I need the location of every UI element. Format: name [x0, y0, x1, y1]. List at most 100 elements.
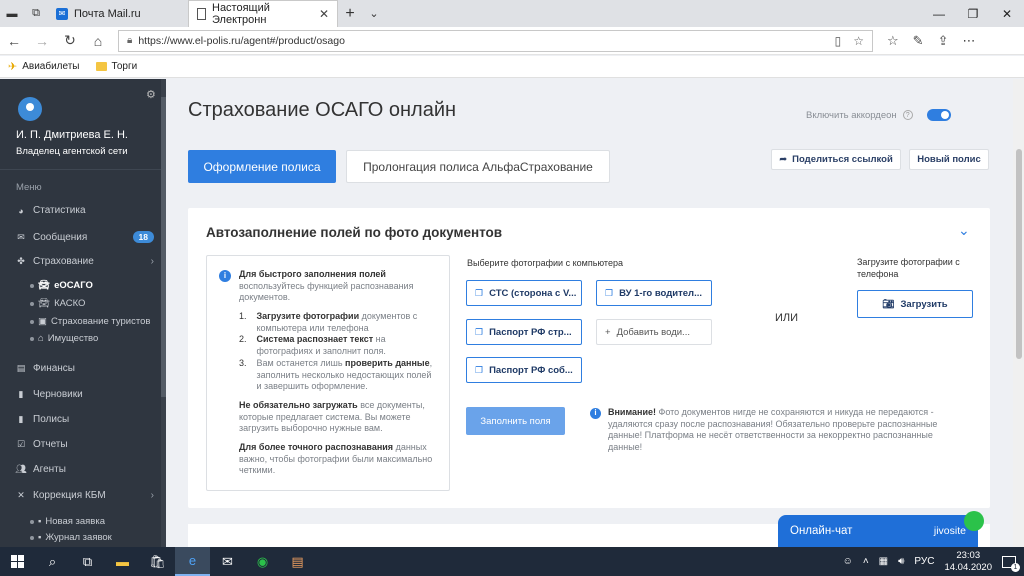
new-policy-button[interactable]: Новый полис — [909, 149, 989, 170]
volume-icon[interactable]: 🔊︎ — [898, 556, 904, 567]
accordion-toggle[interactable] — [926, 109, 951, 121]
camera-icon: 📷︎ — [882, 298, 895, 310]
bookmark-flights[interactable]: ✈ Авиабилеты — [8, 60, 80, 73]
sidebar-item-label: Черновики — [33, 389, 83, 400]
sidebar-item-agents[interactable]: 👥︎ Агенты — [15, 464, 154, 475]
upload-license-button[interactable]: ❐ ВУ 1-го водител... — [596, 280, 712, 306]
tray-up-icon[interactable]: ˄ — [863, 556, 869, 567]
bullet-icon — [30, 535, 34, 540]
online-chat-widget[interactable]: Онлайн-чат jivosite — [778, 511, 984, 547]
info-icon: i — [219, 270, 231, 282]
language-indicator[interactable]: РУС — [914, 556, 934, 567]
back-arrow-icon[interactable]: ← — [0, 27, 28, 55]
accordion-toggle-row: Включить аккордеон ? — [806, 109, 951, 121]
share-icon[interactable]: ⇪ — [938, 33, 949, 49]
sidebar-sub-property[interactable]: ⌂ Имущество — [30, 333, 98, 344]
forward-arrow-icon[interactable]: → — [28, 27, 56, 55]
online-status-icon — [964, 511, 984, 531]
minimize-icon[interactable]: — — [922, 0, 956, 27]
search-icon[interactable]: ⌕ — [35, 547, 70, 576]
bookmark-tenders[interactable]: Торги — [95, 61, 137, 72]
url-field[interactable]: 🔒︎ https://www.el-polis.ru/agent#/produc… — [118, 29, 873, 52]
sidebar-item-statistics[interactable]: ◕ Статистика — [16, 205, 154, 216]
whatsapp-icon[interactable]: ◉ — [245, 547, 280, 576]
sidebar-sub-kasko[interactable]: 🚘︎ КАСКО — [30, 298, 85, 309]
sidebar-item-kbm[interactable]: ✕ Коррекция КБМ › — [16, 490, 154, 501]
sidebar-sub-tourists[interactable]: ▣ Страхование туристов — [30, 316, 150, 327]
upload-sts-button[interactable]: ❐ СТС (сторона с V... — [466, 280, 582, 306]
tab-policy-registration[interactable]: Оформление полиса — [188, 150, 336, 183]
mail-app-icon[interactable]: ✉ — [210, 547, 245, 576]
upload-owner-passport-button[interactable]: ❐ Паспорт РФ соб... — [466, 357, 582, 383]
chevron-right-icon: › — [150, 256, 154, 267]
tab-list-chevron-icon[interactable]: ⌄ — [362, 0, 386, 27]
plus-icon: + — [605, 326, 611, 338]
tab-actions-icon[interactable]: ▬ — [0, 0, 24, 27]
more-icon[interactable]: ⋯ — [962, 33, 975, 49]
bullet-icon — [30, 336, 34, 341]
sidebar-sub-label: Страхование туристов — [50, 316, 151, 327]
page-scrollbar[interactable] — [1013, 79, 1024, 547]
help-icon[interactable]: ? — [902, 110, 913, 120]
tab-prolongation[interactable]: Пролонгация полиса АльфаСтрахование — [346, 150, 610, 183]
sidebar-item-finance[interactable]: ▤ Финансы — [16, 363, 154, 374]
file-explorer-icon[interactable]: ▬ — [105, 547, 140, 576]
people-icon[interactable]: ☺ — [843, 556, 853, 567]
sidebar-item-insurance[interactable]: ✤ Страхование › — [16, 256, 154, 267]
gear-icon[interactable]: ⚙ — [146, 88, 156, 101]
sidebar-item-drafts[interactable]: ▮ Черновики — [16, 389, 154, 400]
page-favicon-icon — [197, 8, 206, 20]
close-window-icon[interactable]: ✕ — [990, 0, 1024, 27]
upload-passport-button[interactable]: ❐ Паспорт РФ стр... — [466, 319, 582, 345]
info-icon: i — [590, 408, 601, 419]
pen-icon[interactable]: ✎ — [913, 33, 924, 49]
sidebar-item-messages[interactable]: ✉ Сообщения 18 — [16, 231, 154, 243]
folder-icon — [95, 62, 107, 71]
sidebar-sub-eosago[interactable]: 🚘︎ еОСАГО — [30, 280, 93, 291]
chevron-right-icon: › — [150, 490, 154, 501]
favorite-star-icon[interactable]: ☆ — [853, 34, 864, 48]
document-app-icon[interactable]: ▤ — [280, 547, 315, 576]
copy-icon: ❐ — [475, 287, 484, 298]
step-number: 2. — [239, 334, 247, 345]
avatar[interactable] — [18, 97, 42, 121]
add-driver-button[interactable]: + Добавить води... — [596, 319, 712, 345]
sidebar-sub-new-request[interactable]: ▪ Новая заявка — [30, 516, 105, 527]
new-tab-button[interactable]: + — [338, 0, 362, 27]
store-icon[interactable]: 🛍︎ — [140, 547, 175, 576]
step-number: 3. — [239, 357, 247, 368]
favorites-list-icon[interactable]: ☆ — [887, 33, 899, 49]
windows-start-icon[interactable] — [0, 547, 35, 576]
share-link-button[interactable]: ➦ Поделиться ссылкой — [771, 149, 901, 170]
sidebar-sub-journal[interactable]: ▪ Журнал заявок — [30, 532, 112, 543]
reading-view-icon[interactable]: ▯ — [835, 34, 842, 48]
chevron-down-icon[interactable]: ⌄ — [958, 222, 970, 239]
clock[interactable]: 23:03 14.04.2020 — [944, 550, 992, 573]
restore-icon[interactable]: ❐ — [956, 0, 990, 27]
bookmarks-bar: ✈ Авиабилеты Торги — [0, 56, 1024, 78]
user-icon — [26, 103, 34, 111]
shuffle-icon: ✕ — [17, 490, 25, 500]
task-view-icon[interactable]: ⧉ — [70, 547, 105, 576]
sidebar-item-policies[interactable]: ▮ Полисы — [16, 414, 154, 425]
browser-tab-active[interactable]: Настоящий Электронн ✕ — [188, 0, 338, 27]
refresh-icon[interactable]: ↻ — [56, 27, 84, 55]
suitcase-icon: ▣ — [38, 316, 47, 327]
network-icon[interactable]: ▦ — [879, 556, 888, 567]
scrollbar-thumb[interactable] — [1015, 149, 1022, 359]
notifications-icon[interactable]: 1 — [1002, 555, 1020, 572]
doc-icon: ▪ — [38, 532, 42, 543]
close-tab-icon[interactable]: ✕ — [319, 7, 329, 21]
system-tray: ☺ ˄ ▦ 🔊︎ РУС 23:03 14.04.2020 1 — [843, 550, 1024, 573]
browser-tab-mail[interactable]: ✉ Почта Mail.ru — [48, 0, 188, 27]
home-icon[interactable]: ⌂ — [84, 27, 112, 55]
phone-upload-button[interactable]: 📷︎ Загрузить — [857, 290, 973, 318]
sidebar-item-reports[interactable]: ☑ Отчеты — [16, 439, 154, 450]
fill-fields-button[interactable]: Заполнить поля — [466, 407, 565, 435]
tab-preview-icon[interactable]: ⧉ — [24, 0, 48, 27]
house-icon: ⌂ — [38, 333, 44, 344]
edge-browser-icon[interactable]: e — [175, 547, 210, 576]
autofill-title: Автозаполнение полей по фото документов — [206, 225, 503, 240]
info-text: воспользуйтесь функцией распознавания до… — [239, 280, 414, 303]
mail-favicon-icon: ✉ — [56, 7, 68, 20]
